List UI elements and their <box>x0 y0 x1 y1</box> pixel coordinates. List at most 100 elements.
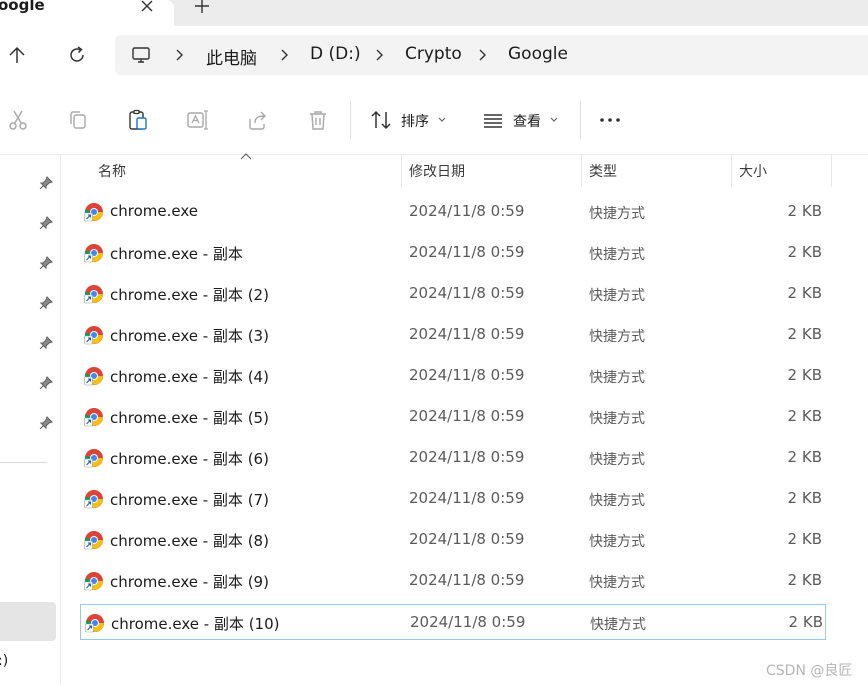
file-row[interactable]: chrome.exe - 副本 (8) 2024/11/8 0:59 快捷方式 2 K… <box>80 522 826 558</box>
pin-icon[interactable] <box>39 296 53 310</box>
file-row[interactable]: chrome.exe - 副本 (5) 2024/11/8 0:59 快捷方式 2 K… <box>80 399 826 435</box>
close-icon[interactable] <box>139 0 155 14</box>
nav-divider <box>0 462 47 463</box>
chrome-shortcut-icon <box>84 490 103 509</box>
file-name: chrome.exe - 副本 (10) <box>111 615 280 633</box>
chrome-shortcut-icon <box>84 572 103 591</box>
file-name: chrome.exe - 副本 (5) <box>110 409 269 427</box>
chrome-shortcut-icon <box>84 203 103 222</box>
pin-icon[interactable] <box>39 336 53 350</box>
chrome-shortcut-icon <box>84 408 103 427</box>
view-button-label[interactable]: 查看 <box>513 111 541 131</box>
column-divider[interactable] <box>401 155 402 187</box>
chrome-shortcut-icon <box>84 326 103 345</box>
file-row[interactable]: chrome.exe - 副本 (10) 2024/11/8 0:59 快捷方式 2 … <box>80 604 826 640</box>
rename-icon[interactable] <box>186 108 210 132</box>
sort-icon[interactable] <box>369 108 393 132</box>
breadcrumb-drive-d[interactable]: D (D:) <box>310 44 361 64</box>
file-size: 2 KB <box>787 407 822 425</box>
file-name: chrome.exe - 副本 (2) <box>110 286 269 304</box>
plus-icon[interactable] <box>193 0 211 15</box>
file-type: 快捷方式 <box>589 370 645 386</box>
computer-icon[interactable] <box>131 45 151 65</box>
file-size: 2 KB <box>787 243 822 261</box>
file-row[interactable]: chrome.exe - 副本 (4) 2024/11/8 0:59 快捷方式 2 K… <box>80 358 826 394</box>
file-size: 2 KB <box>787 571 822 589</box>
file-name: chrome.exe - 副本 (3) <box>110 327 269 345</box>
toolbar-separator <box>350 101 351 139</box>
chevron-right-icon[interactable] <box>279 49 289 61</box>
file-type: 快捷方式 <box>589 206 645 222</box>
column-divider[interactable] <box>581 155 582 187</box>
sort-button-label[interactable]: 排序 <box>401 111 429 131</box>
nav-drive-label[interactable]: :) <box>0 653 8 669</box>
pin-icon[interactable] <box>39 416 53 430</box>
file-size: 2 KB <box>787 489 822 507</box>
file-name: chrome.exe - 副本 <box>110 245 243 263</box>
file-date: 2024/11/8 0:59 <box>409 366 525 384</box>
chrome-shortcut-icon <box>84 531 103 550</box>
column-divider[interactable] <box>831 155 832 187</box>
tab-title[interactable]: oogle <box>0 0 45 14</box>
file-row[interactable]: chrome.exe - 副本 (3) 2024/11/8 0:59 快捷方式 2 K… <box>80 317 826 353</box>
file-name: chrome.exe - 副本 (7) <box>110 491 269 509</box>
chevron-right-icon[interactable] <box>174 49 184 61</box>
file-name: chrome.exe - 副本 (9) <box>110 573 269 591</box>
file-row[interactable]: chrome.exe - 副本 (6) 2024/11/8 0:59 快捷方式 2 K… <box>80 440 826 476</box>
file-date: 2024/11/8 0:59 <box>409 489 525 507</box>
cut-icon[interactable] <box>6 108 30 132</box>
column-header-type[interactable]: 类型 <box>589 161 617 181</box>
column-header-date[interactable]: 修改日期 <box>409 161 465 181</box>
file-name: chrome.exe - 副本 (8) <box>110 532 269 550</box>
file-size: 2 KB <box>787 448 822 466</box>
column-header-name[interactable]: 名称 <box>98 161 126 181</box>
file-type: 快捷方式 <box>589 411 645 427</box>
column-divider[interactable] <box>731 155 732 187</box>
file-type: 快捷方式 <box>590 617 646 633</box>
chrome-shortcut-icon <box>84 285 103 304</box>
file-type: 快捷方式 <box>589 329 645 345</box>
chevron-down-icon[interactable] <box>438 117 446 123</box>
file-type: 快捷方式 <box>589 288 645 304</box>
view-icon[interactable] <box>481 108 505 132</box>
chevron-right-icon[interactable] <box>477 49 487 61</box>
file-row[interactable]: chrome.exe - 副本 2024/11/8 0:59 快捷方式 2 KB <box>80 235 826 271</box>
file-type: 快捷方式 <box>589 247 645 263</box>
file-size: 2 KB <box>787 366 822 384</box>
share-icon[interactable] <box>246 108 270 132</box>
file-size: 2 KB <box>788 613 823 631</box>
paste-icon[interactable] <box>126 108 150 132</box>
chevron-down-icon[interactable] <box>550 117 558 123</box>
file-name: chrome.exe - 副本 (6) <box>110 450 269 468</box>
column-header-size[interactable]: 大小 <box>739 161 767 181</box>
delete-icon[interactable] <box>306 108 330 132</box>
file-name: chrome.exe <box>110 202 198 220</box>
breadcrumb-this-pc[interactable]: 此电脑 <box>206 44 257 69</box>
file-type: 快捷方式 <box>589 534 645 550</box>
file-type: 快捷方式 <box>589 452 645 468</box>
refresh-icon[interactable] <box>66 44 88 66</box>
file-date: 2024/11/8 0:59 <box>409 243 525 261</box>
file-size: 2 KB <box>787 530 822 548</box>
breadcrumb-google[interactable]: Google <box>508 44 568 64</box>
sort-ascending-icon <box>240 153 252 160</box>
file-row[interactable]: chrome.exe - 副本 (9) 2024/11/8 0:59 快捷方式 2 K… <box>80 563 826 599</box>
file-row[interactable]: chrome.exe - 副本 (2) 2024/11/8 0:59 快捷方式 2 K… <box>80 276 826 312</box>
chrome-shortcut-icon <box>84 449 103 468</box>
breadcrumb-crypto[interactable]: Crypto <box>405 44 462 64</box>
copy-icon[interactable] <box>66 108 90 132</box>
file-date: 2024/11/8 0:59 <box>409 325 525 343</box>
file-row[interactable]: chrome.exe 2024/11/8 0:59 快捷方式 2 KB <box>80 194 826 230</box>
pin-icon[interactable] <box>39 376 53 390</box>
file-type: 快捷方式 <box>589 493 645 509</box>
pin-icon[interactable] <box>39 216 53 230</box>
pin-icon[interactable] <box>39 176 53 190</box>
more-icon[interactable] <box>598 108 622 132</box>
chevron-right-icon[interactable] <box>374 49 384 61</box>
nav-item-selected[interactable] <box>0 602 56 641</box>
pin-icon[interactable] <box>39 256 53 270</box>
file-size: 2 KB <box>787 325 822 343</box>
arrow-up-icon[interactable] <box>6 44 28 66</box>
file-date: 2024/11/8 0:59 <box>409 407 525 425</box>
file-row[interactable]: chrome.exe - 副本 (7) 2024/11/8 0:59 快捷方式 2 K… <box>80 481 826 517</box>
